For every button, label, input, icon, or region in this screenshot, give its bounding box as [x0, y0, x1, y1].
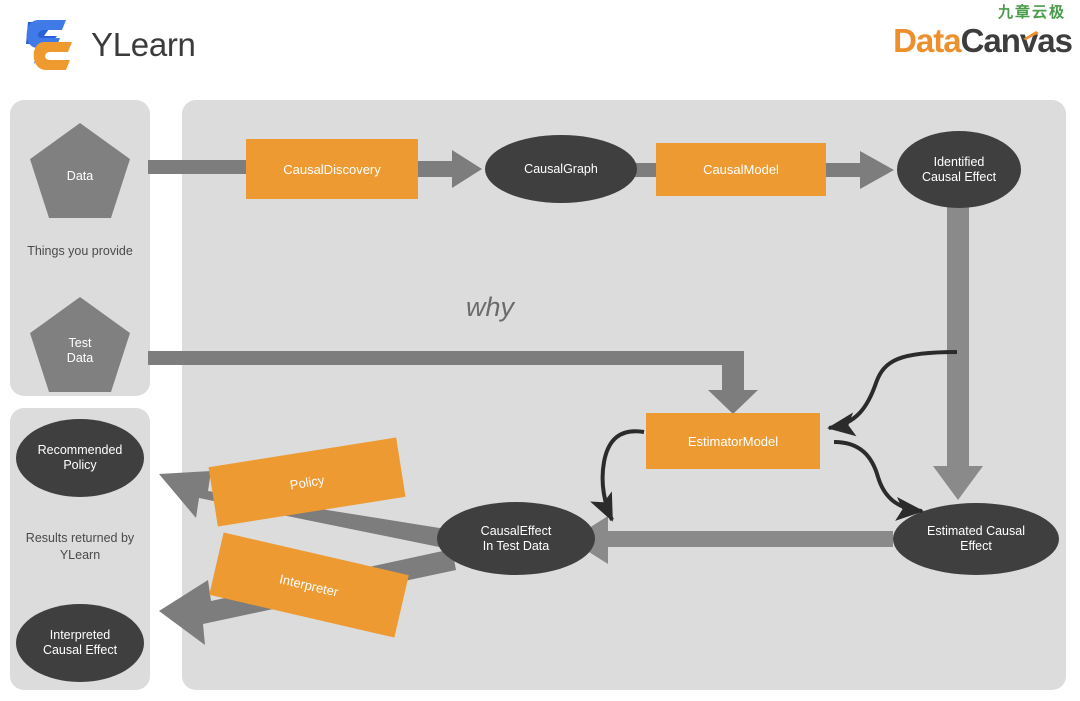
node-test-data-label-line2: Data: [66, 350, 94, 365]
node-causal-discovery[interactable]: CausalDiscovery: [246, 139, 418, 199]
datacanvas-chinese-name: 九章云极: [997, 4, 1066, 21]
ylearn-logo-icon: [26, 20, 72, 70]
node-interpreted-label-line1: Interpreted: [49, 628, 111, 642]
node-causal-effect-td-line1: CausalEffect: [480, 523, 552, 538]
node-causal-model-label: CausalModel: [703, 162, 779, 177]
node-causal-discovery-label: CausalDiscovery: [283, 161, 381, 177]
node-estimator-model-label: EstimatorModel: [687, 433, 779, 449]
node-estimated-label-line2: Effect: [960, 539, 992, 553]
node-interpreter-label: Interpreter: [278, 570, 340, 600]
datacanvas-word-data: Data: [893, 22, 962, 59]
annotation-why: why: [466, 292, 515, 322]
label-results-line1: Results returned by: [25, 531, 135, 545]
node-identified-causal-effect[interactable]: Identified Causal Effect: [897, 131, 1021, 208]
node-estimator-model[interactable]: EstimatorModel: [646, 413, 820, 469]
node-recommended-policy[interactable]: Recommended Policy: [16, 419, 144, 497]
label-results-returned-by-ylearn: Results returned by YLearn: [10, 530, 150, 564]
node-test-data-label: Test Data: [67, 336, 93, 366]
node-causal-graph-label: CausalGraph: [524, 161, 598, 176]
node-interpreted-label-line2: Causal Effect: [42, 643, 118, 657]
node-policy-label: Policy: [288, 471, 326, 493]
node-recommended-label-line1: Recommended: [37, 443, 123, 457]
node-recommended-label-line2: Policy: [63, 458, 97, 472]
node-causal-effect-in-test-data-label: CausalEffect In Test Data: [481, 524, 552, 554]
node-causal-model[interactable]: CausalModel: [656, 143, 826, 196]
page-header: YLearn 九章云极 DataCanvas: [0, 0, 1080, 92]
diagram-canvas: YLearn 九章云极 DataCanvas Data Test Data Ca…: [0, 0, 1080, 701]
label-results-line2: YLearn: [59, 548, 101, 562]
node-estimated-label-line1: Estimated Causal: [927, 524, 1025, 538]
node-causal-effect-td-line2: In Test Data: [482, 538, 550, 553]
node-interpreted-causal-effect-label: Interpreted Causal Effect: [43, 628, 117, 658]
node-test-data-label-line1: Test: [68, 335, 92, 350]
node-identified-label-line2: Causal Effect: [921, 169, 997, 184]
datacanvas-word-canvas: Canvas: [960, 22, 1073, 59]
node-interpreted-causal-effect[interactable]: Interpreted Causal Effect: [16, 604, 144, 682]
node-recommended-policy-label: Recommended Policy: [38, 443, 123, 473]
node-causal-graph[interactable]: CausalGraph: [485, 135, 637, 203]
node-identified-label-line1: Identified: [933, 154, 985, 169]
datacanvas-wordmark: DataCanvas: [844, 22, 1073, 60]
ylearn-wordmark: YLearn: [91, 26, 196, 63]
node-estimated-causal-effect-label: Estimated Causal Effect: [927, 524, 1025, 554]
node-identified-causal-effect-label: Identified Causal Effect: [922, 155, 996, 185]
label-things-you-provide: Things you provide: [27, 244, 133, 258]
datacanvas-logo: 九章云极 DataCanvas: [844, 4, 1073, 66]
node-estimated-causal-effect[interactable]: Estimated Causal Effect: [893, 503, 1059, 575]
node-causal-effect-in-test-data[interactable]: CausalEffect In Test Data: [437, 502, 595, 575]
datacanvas-swish-icon: [1023, 31, 1039, 40]
node-data-label: Data: [66, 169, 94, 183]
ylearn-logo: YLearn: [14, 14, 204, 76]
